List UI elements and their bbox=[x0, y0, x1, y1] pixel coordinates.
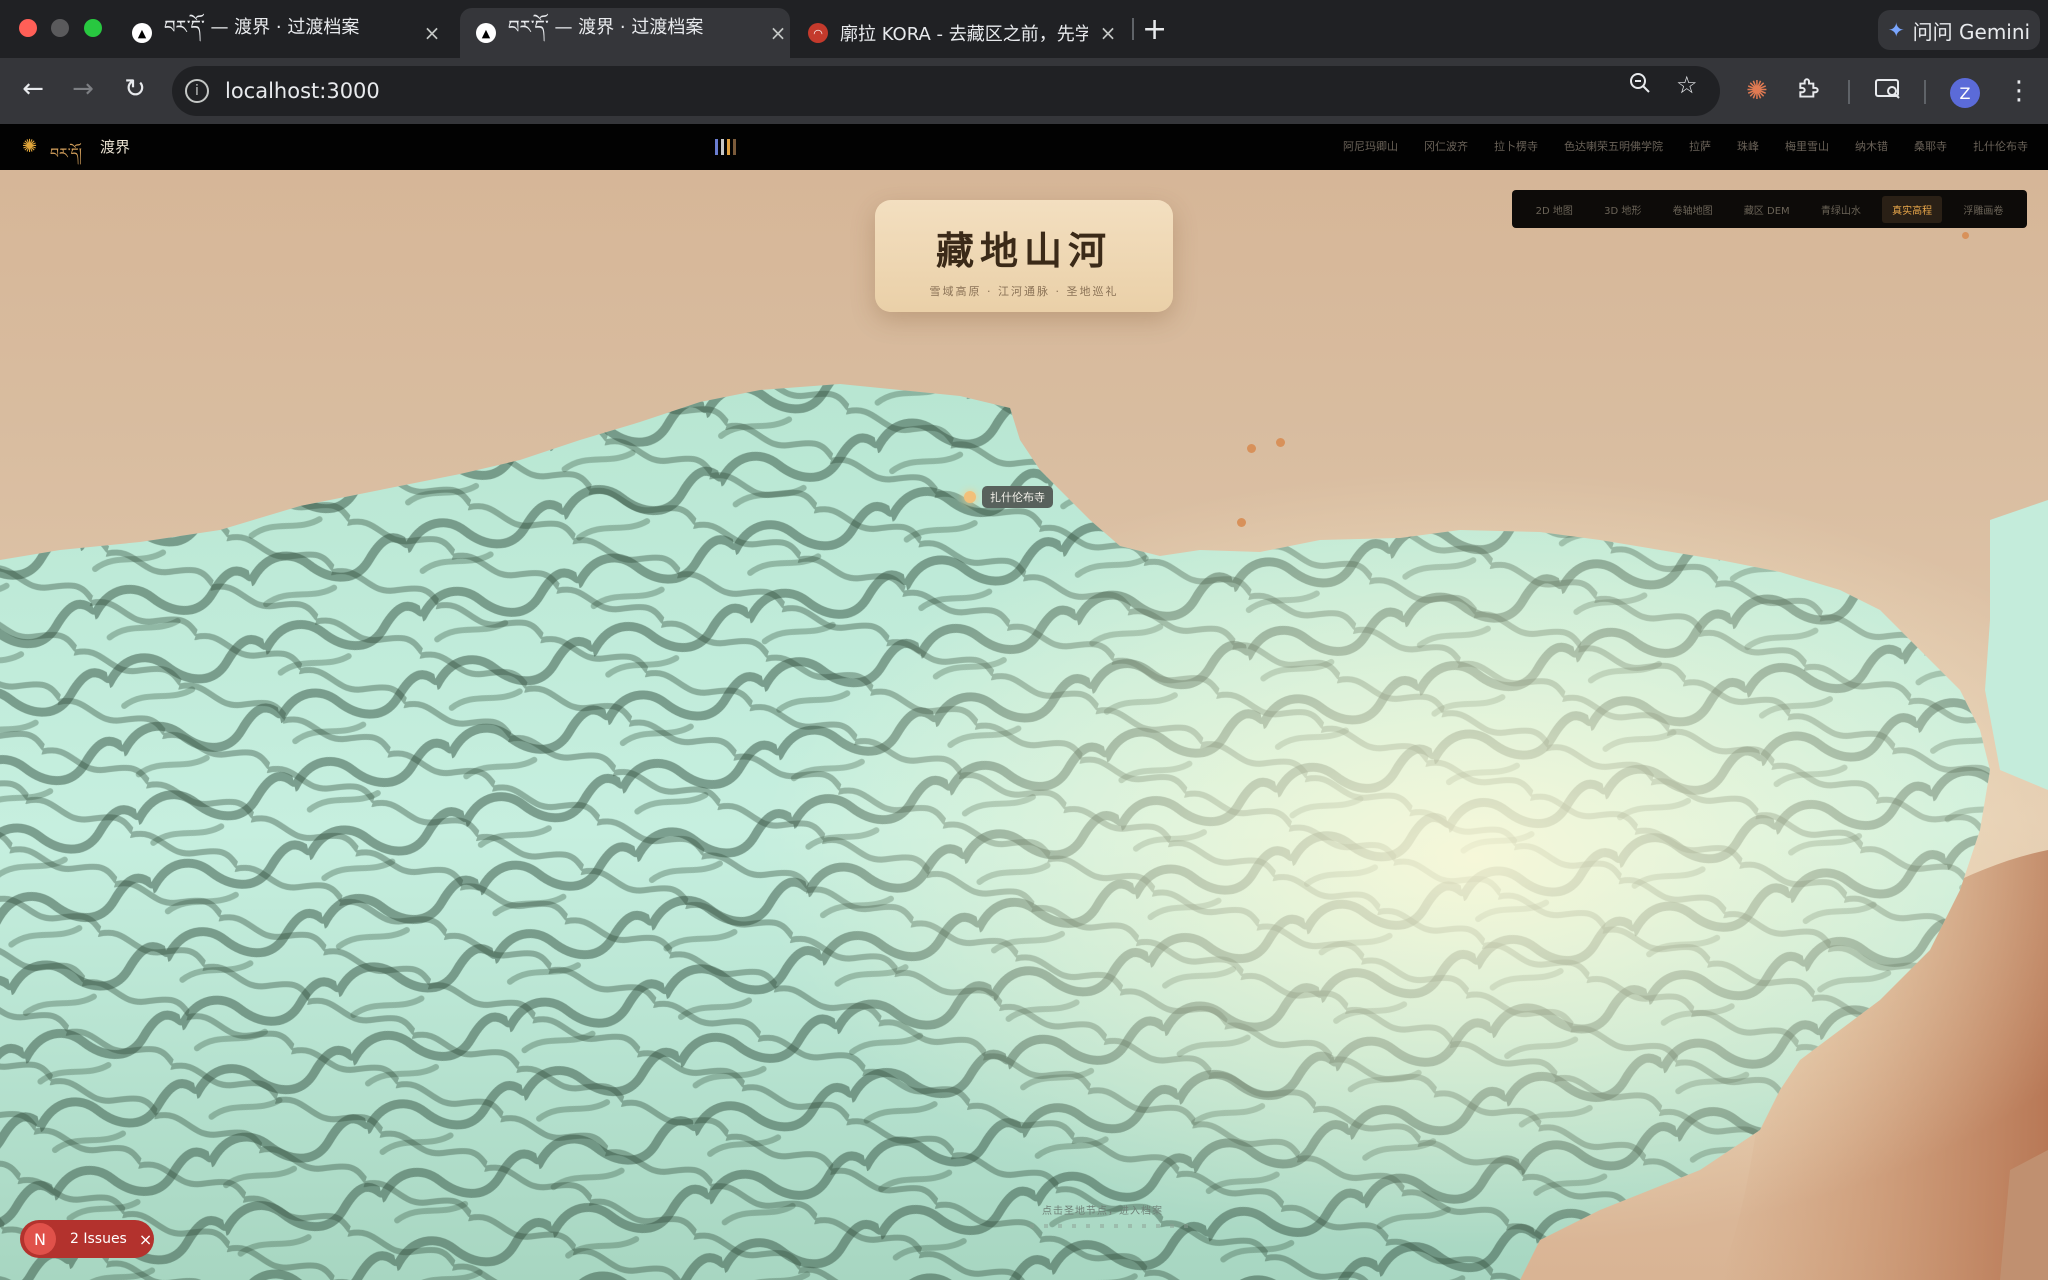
sacred-site-node[interactable] bbox=[1962, 232, 1969, 239]
toolbar-divider bbox=[1924, 80, 1926, 104]
sacred-site-node[interactable] bbox=[1276, 438, 1285, 447]
hint-decoration bbox=[1030, 1224, 1190, 1228]
issues-count: 2 Issues bbox=[70, 1231, 127, 1247]
sacred-site-node[interactable] bbox=[1237, 518, 1246, 527]
sacred-site-node[interactable] bbox=[1247, 444, 1256, 453]
sun-logo-icon: ✺ bbox=[22, 136, 38, 157]
page-subtitle: 雪域高原 · 江河通脉 · 圣地巡礼 bbox=[929, 285, 1119, 298]
profile-avatar[interactable]: Z bbox=[1950, 78, 1980, 108]
marker-label: 扎什伦布寺 bbox=[982, 486, 1053, 508]
page-title: 藏地山河 bbox=[935, 228, 1112, 273]
browser-tab-3[interactable]: ◠ 廓拉 KORA - 去藏区之前，先学 × bbox=[808, 8, 1120, 58]
tab-close-icon[interactable]: × bbox=[1096, 21, 1120, 45]
view-mode-button[interactable]: 藏区 DEM bbox=[1734, 196, 1800, 223]
star-icon[interactable]: ☆ bbox=[1676, 71, 1698, 99]
nav-link[interactable]: 桑耶寺 bbox=[1914, 138, 1947, 154]
view-mode-switcher: 2D 地图 3D 地形 卷轴地图 藏区 DEM 青绿山水 真实高程 浮雕画卷 bbox=[1512, 190, 2027, 228]
arrow-right-icon[interactable]: → bbox=[66, 74, 100, 104]
tab-title: བར་དོ་ — 渡界 · 过渡档案 bbox=[508, 17, 704, 38]
title-card: 藏地山河 雪域高原 · 江河通脉 · 圣地巡礼 bbox=[875, 200, 1173, 312]
close-icon[interactable]: × bbox=[139, 1230, 152, 1249]
logo-chinese[interactable]: 渡界 bbox=[100, 136, 130, 157]
view-mode-button[interactable]: 青绿山水 bbox=[1811, 196, 1871, 223]
toolbar-divider bbox=[1848, 80, 1850, 104]
nav-link[interactable]: 纳木错 bbox=[1855, 138, 1888, 154]
url-text: localhost:3000 bbox=[225, 79, 380, 103]
claude-extension-icon[interactable]: ✺ bbox=[1746, 76, 1768, 106]
minimize-window-button[interactable] bbox=[51, 19, 69, 37]
view-mode-button[interactable]: 3D 地形 bbox=[1594, 196, 1651, 223]
nav-link[interactable]: 冈仁波齐 bbox=[1424, 138, 1468, 154]
page-viewport: ✺ བར་དོ། 渡界 阿尼玛卿山 冈仁波齐 拉卜楞寺 色达喇荣五明佛学院 拉萨… bbox=[0, 124, 2048, 1280]
nav-link[interactable]: 珠峰 bbox=[1737, 138, 1759, 154]
terrain-3d-canvas[interactable] bbox=[0, 170, 2048, 1280]
kora-favicon-icon: ◠ bbox=[808, 23, 828, 43]
arrow-left-icon[interactable]: ← bbox=[16, 74, 50, 104]
site-header: ✺ བར་དོ། 渡界 阿尼玛卿山 冈仁波齐 拉卜楞寺 色达喇荣五明佛学院 拉萨… bbox=[0, 124, 2048, 170]
nav-link[interactable]: 阿尼玛卿山 bbox=[1343, 138, 1398, 154]
nav-link[interactable]: 梅里雪山 bbox=[1785, 138, 1829, 154]
tab-close-icon[interactable]: × bbox=[766, 21, 790, 45]
tab-title: 廓拉 KORA - 去藏区之前，先学 bbox=[840, 24, 1088, 45]
interaction-hint: 点击圣地节点，进入档案 bbox=[1042, 1206, 1163, 1217]
browser-tab-1[interactable]: ▲ བར་དོ་ — 渡界 · 过渡档案 × bbox=[132, 8, 444, 58]
maximize-window-button[interactable] bbox=[84, 19, 102, 37]
zoom-icon[interactable] bbox=[1628, 71, 1652, 101]
address-bar[interactable]: i localhost:3000 bbox=[172, 66, 1720, 116]
site-nav: 阿尼玛卿山 冈仁波齐 拉卜楞寺 色达喇荣五明佛学院 拉萨 珠峰 梅里雪山 纳木错… bbox=[1343, 138, 2028, 154]
tab-close-icon[interactable]: × bbox=[420, 21, 444, 45]
map-marker-zashilhunpo[interactable]: 扎什伦布寺 bbox=[964, 486, 1053, 508]
tab-separator bbox=[1132, 18, 1134, 40]
view-mode-button[interactable]: 卷轴地图 bbox=[1663, 196, 1723, 223]
close-window-button[interactable] bbox=[19, 19, 37, 37]
nav-link[interactable]: 色达喇荣五明佛学院 bbox=[1564, 138, 1663, 154]
nextjs-issues-badge[interactable]: N 2 Issues × bbox=[20, 1220, 154, 1258]
kebab-menu-icon[interactable]: ⋮ bbox=[2006, 76, 2032, 106]
nextjs-logo-icon: N bbox=[24, 1223, 56, 1255]
gemini-label: 问问 Gemini bbox=[1912, 19, 2031, 44]
view-mode-button[interactable]: 2D 地图 bbox=[1526, 196, 1583, 223]
puzzle-icon[interactable] bbox=[1796, 76, 1822, 109]
new-tab-button[interactable]: + bbox=[1142, 12, 1167, 47]
nav-link[interactable]: 拉萨 bbox=[1689, 138, 1711, 154]
triangle-favicon-icon: ▲ bbox=[132, 23, 152, 43]
marker-pin-icon bbox=[964, 491, 976, 503]
browser-tab-2-active[interactable]: ▲ བར་དོ་ — 渡界 · 过渡档案 × bbox=[460, 8, 790, 58]
tab-search-icon[interactable] bbox=[1874, 76, 1902, 109]
browser-tab-strip: ▲ བར་དོ་ — 渡界 · 过渡档案 × ▲ བར་དོ་ — 渡界 · 过… bbox=[0, 0, 2048, 58]
triangle-favicon-icon: ▲ bbox=[476, 23, 496, 43]
gemini-sparkle-icon: ✦ bbox=[1887, 18, 1905, 42]
info-icon[interactable]: i bbox=[185, 79, 209, 103]
nav-link[interactable]: 扎什伦布寺 bbox=[1973, 138, 2028, 154]
nav-link[interactable]: 拉卜楞寺 bbox=[1494, 138, 1538, 154]
view-mode-button-active[interactable]: 真实高程 bbox=[1882, 195, 1943, 223]
view-mode-button[interactable]: 浮雕画卷 bbox=[1953, 196, 2013, 223]
color-bars-icon bbox=[715, 139, 741, 155]
gemini-button[interactable]: ✦ 问问 Gemini bbox=[1878, 10, 2040, 50]
tab-title: བར་དོ་ — 渡界 · 过渡档案 bbox=[164, 17, 360, 38]
browser-toolbar: ← → ↻ i localhost:3000 ☆ bbox=[0, 58, 2048, 124]
reload-icon[interactable]: ↻ bbox=[118, 74, 152, 104]
